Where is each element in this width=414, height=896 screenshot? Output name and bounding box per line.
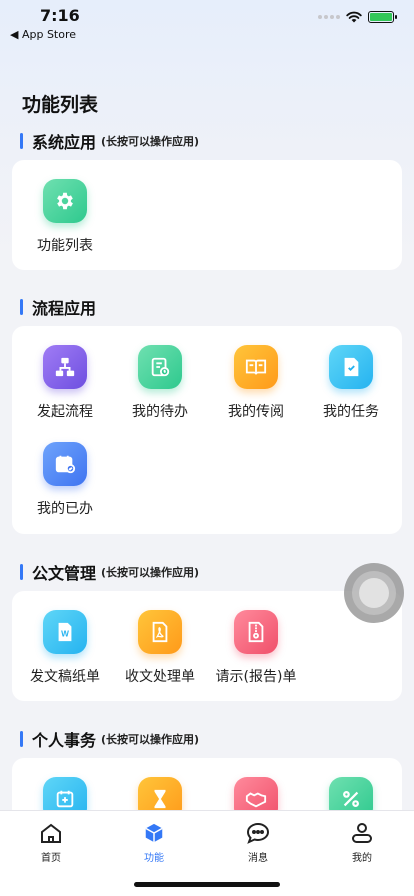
app-label: 我的待办 xyxy=(132,404,188,420)
app-item-incoming-processing[interactable]: 收文处理单 xyxy=(112,610,208,686)
pdf-document-icon xyxy=(138,610,182,654)
tab-home[interactable]: 首页 xyxy=(21,821,81,864)
back-to-app-store-link[interactable]: ◀ App Store xyxy=(10,28,76,41)
app-item-personal-calendar[interactable] xyxy=(17,777,113,810)
section-subtitle: (长按可以操作应用) xyxy=(101,733,200,746)
cube-icon xyxy=(124,821,184,845)
percent-icon xyxy=(329,777,373,810)
todo-document-icon xyxy=(138,345,182,389)
assistive-touch-core xyxy=(359,578,389,608)
section-title: 流程应用 xyxy=(32,299,97,318)
card-system-apps: 功能列表 xyxy=(12,160,402,270)
app-label: 请示(报告)单 xyxy=(215,669,297,685)
section-accent-bar xyxy=(20,133,23,149)
tab-label: 消息 xyxy=(248,853,268,864)
app-item-personal-percent[interactable] xyxy=(303,777,399,810)
section-subtitle: (长按可以操作应用) xyxy=(101,566,200,579)
card-personal-apps xyxy=(12,758,402,810)
tab-label: 首页 xyxy=(41,853,61,864)
chat-bubble-icon xyxy=(228,821,288,845)
section-title: 系统应用 xyxy=(32,133,97,152)
section-header-process: 流程应用 xyxy=(20,295,96,319)
app-label: 我的任务 xyxy=(323,404,379,420)
word-document-icon: W xyxy=(43,610,87,654)
section-accent-bar xyxy=(20,299,23,315)
card-process-apps: 发起流程 我的待办 我的传阅 我的任务 我的已办 xyxy=(12,326,402,534)
task-check-icon xyxy=(329,345,373,389)
assistive-touch-ring xyxy=(352,571,396,615)
home-indicator xyxy=(134,882,280,887)
app-item-my-done[interactable]: 我的已办 xyxy=(17,442,113,518)
card-document-apps: W 发文稿纸单 收文处理单 请示(报告)单 xyxy=(12,591,402,701)
open-book-icon xyxy=(234,345,278,389)
section-header-documents: 公文管理 (长按可以操作应用) xyxy=(20,560,199,584)
signal-icon xyxy=(318,15,340,19)
section-accent-bar xyxy=(20,731,23,747)
app-label: 发起流程 xyxy=(37,404,93,420)
svg-text:W: W xyxy=(61,630,69,639)
calendar-check-icon xyxy=(43,442,87,486)
handshake-icon xyxy=(234,777,278,810)
status-icons xyxy=(318,11,397,23)
app-item-function-list[interactable]: 功能列表 xyxy=(17,179,113,255)
app-item-my-circulation[interactable]: 我的传阅 xyxy=(208,345,304,421)
app-item-my-tasks[interactable]: 我的任务 xyxy=(303,345,399,421)
tab-label: 功能 xyxy=(144,853,164,864)
section-header-system: 系统应用 (长按可以操作应用) xyxy=(20,129,199,153)
tab-messages[interactable]: 消息 xyxy=(228,821,288,864)
flowchart-icon xyxy=(43,345,87,389)
app-item-start-process[interactable]: 发起流程 xyxy=(17,345,113,421)
section-accent-bar xyxy=(20,564,23,580)
hourglass-icon xyxy=(138,777,182,810)
app-item-personal-hourglass[interactable] xyxy=(112,777,208,810)
status-time: 7:16 xyxy=(40,6,80,25)
page-title: 功能列表 xyxy=(22,94,99,116)
app-label: 收文处理单 xyxy=(125,669,195,685)
app-item-personal-handshake[interactable] xyxy=(208,777,304,810)
app-label: 我的已办 xyxy=(37,501,93,517)
section-title: 公文管理 xyxy=(32,564,97,583)
tab-me[interactable]: 我的 xyxy=(332,821,392,864)
section-subtitle: (长按可以操作应用) xyxy=(101,135,200,148)
assistive-touch-button[interactable] xyxy=(344,563,404,623)
section-header-personal: 个人事务 (长按可以操作应用) xyxy=(20,727,199,751)
battery-icon xyxy=(368,11,397,23)
app-label: 发文稿纸单 xyxy=(30,669,100,685)
app-label: 功能列表 xyxy=(37,238,93,254)
user-icon xyxy=(332,821,392,845)
app-item-outgoing-draft[interactable]: W 发文稿纸单 xyxy=(17,610,113,686)
zip-document-icon xyxy=(234,610,278,654)
calendar-add-icon xyxy=(43,777,87,810)
app-item-my-todo[interactable]: 我的待办 xyxy=(112,345,208,421)
home-icon xyxy=(21,821,81,845)
gear-icon xyxy=(43,179,87,223)
app-label: 我的传阅 xyxy=(228,404,284,420)
wifi-icon xyxy=(346,11,362,23)
section-title: 个人事务 xyxy=(32,731,97,750)
tab-label: 我的 xyxy=(352,853,372,864)
status-bar: 7:16 ◀ App Store xyxy=(0,0,414,46)
tab-functions[interactable]: 功能 xyxy=(124,821,184,864)
app-item-request-report[interactable]: 请示(报告)单 xyxy=(208,610,304,686)
